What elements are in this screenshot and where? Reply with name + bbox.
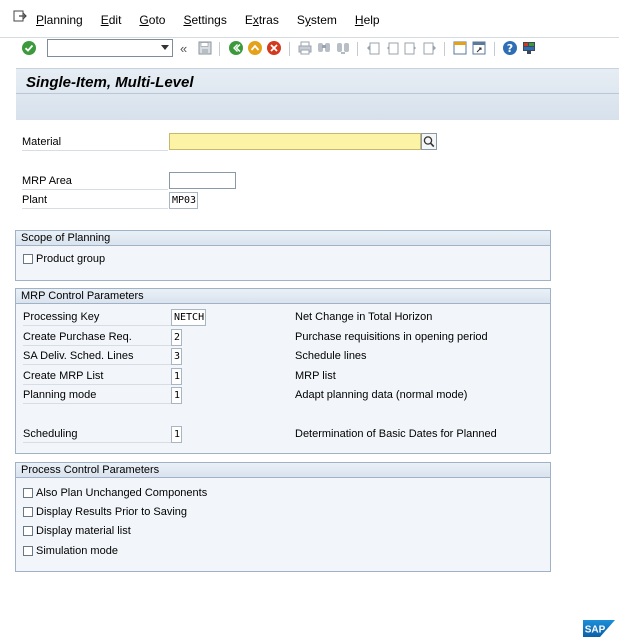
menu-extras-pre: E [244,13,253,27]
enter-check-icon[interactable] [21,40,37,56]
last-page-icon[interactable] [422,40,438,56]
standard-toolbar: « ? [0,38,619,60]
command-dropdown-icon[interactable] [161,45,169,50]
scope-of-planning-header: Scope of Planning [16,231,550,246]
planning-mode-label: Planning mode [23,389,171,404]
menu-planning-key: P [36,13,45,27]
create-mrp-list-label: Create MRP List [23,370,171,385]
find-next-icon[interactable] [335,40,351,56]
menu-edit-rest: dit [108,13,122,27]
sap-logo-text: SAP [585,625,606,636]
create-purchase-req-input[interactable]: 2 [171,329,182,346]
process-control-parameters-group: Process Control Parameters Also Plan Unc… [15,462,551,572]
scheduling-label: Scheduling [23,428,171,443]
processing-key-description: Net Change in Total Horizon [295,311,433,323]
menu-edit-key: E [100,13,109,27]
mrp-area-input[interactable] [169,172,236,189]
status-bar: SAP [0,618,619,640]
menu-bar: Planning Edit Goto Settings Extras Syste… [0,0,619,38]
product-group-checkbox[interactable] [23,254,33,264]
menu-planning[interactable]: Planning [36,13,83,27]
toolbar-separator [219,42,220,56]
sa-deliv-sched-lines-label: SA Deliv. Sched. Lines [23,350,171,365]
find-icon[interactable] [316,40,332,56]
material-search-button[interactable] [421,133,437,150]
exit-icon[interactable] [247,40,263,56]
menu-planning-rest: lanning [44,13,83,27]
first-page-icon[interactable] [365,40,381,56]
toolbar-separator [357,42,358,56]
page-title: Single-Item, Multi-Level [26,74,194,91]
svg-text:?: ? [507,42,513,55]
menu-goto[interactable]: Goto [139,13,165,27]
product-group-label: Product group [36,253,106,265]
create-mrp-list-description: MRP list [295,370,336,382]
title-divider [16,93,619,94]
menu-help[interactable]: Help [355,13,380,27]
save-icon[interactable] [197,40,213,56]
plant-label: Plant [22,194,168,209]
processing-key-label: Processing Key [23,311,171,326]
menu-items: Planning Edit Goto Settings Extras Syste… [36,13,398,27]
mrp-area-label: MRP Area [22,175,168,190]
new-session-icon[interactable] [452,40,468,56]
scope-of-planning-group: Scope of Planning Product group [15,230,551,281]
create-purchase-req-description: Purchase requisitions in opening period [295,331,488,343]
collapse-arrows-icon[interactable]: « [180,41,187,56]
sa-deliv-sched-lines-description: Schedule lines [295,350,367,362]
menu-system[interactable]: System [297,13,337,27]
mrp-control-parameters-header: MRP Control Parameters [16,289,550,304]
also-plan-unchanged-components-checkbox[interactable] [23,488,33,498]
shortcut-icon[interactable] [471,40,487,56]
menu-goto-key: G [139,13,149,27]
also-plan-unchanged-components-label: Also Plan Unchanged Components [36,487,208,499]
toolbar-separator [494,42,495,56]
material-label: Material [22,136,168,151]
menu-help-rest: elp [363,13,380,27]
menu-extras-rest: tras [258,13,279,27]
material-input[interactable] [169,133,421,150]
menu-system-rest: stem [310,13,337,27]
scheduling-input[interactable]: 1 [171,426,182,443]
sap-logo: SAP [583,620,615,637]
create-mrp-list-input[interactable]: 1 [171,368,182,385]
previous-page-icon[interactable] [384,40,400,56]
menu-edit[interactable]: Edit [101,13,122,27]
help-icon[interactable]: ? [502,40,518,56]
toolbar-separator [289,42,290,56]
menu-settings-rest: ettings [191,13,227,27]
create-purchase-req-label: Create Purchase Req. [23,331,171,346]
processing-key-input[interactable]: NETCH [171,309,206,326]
command-field[interactable] [47,39,173,57]
display-results-prior-to-saving-label: Display Results Prior to Saving [36,506,188,518]
menu-extras[interactable]: Extras [245,13,279,27]
process-control-parameters-header: Process Control Parameters [16,463,550,478]
mrp-control-parameters-group: MRP Control Parameters Processing Key NE… [15,288,551,454]
scheduling-description: Determination of Basic Dates for Planned [295,428,497,440]
plant-input[interactable]: MP03 [169,192,198,209]
next-page-icon[interactable] [403,40,419,56]
customize-layout-icon[interactable] [521,40,537,56]
title-area: Single-Item, Multi-Level [16,68,619,120]
search-help-icon [423,136,435,148]
menu-system-pre: S [296,13,305,27]
menu-exit-icon[interactable] [13,10,27,22]
menu-goto-rest: oto [148,13,166,27]
toolbar-separator [444,42,445,56]
print-icon[interactable] [297,40,313,56]
menu-settings[interactable]: Settings [183,13,226,27]
simulation-mode-checkbox[interactable] [23,546,33,556]
planning-mode-input[interactable]: 1 [171,387,182,404]
menu-help-key: H [354,13,364,27]
display-results-prior-to-saving-checkbox[interactable] [23,507,33,517]
back-icon[interactable] [228,40,244,56]
simulation-mode-label: Simulation mode [36,545,118,557]
sa-deliv-sched-lines-input[interactable]: 3 [171,348,182,365]
display-material-list-checkbox[interactable] [23,526,33,536]
planning-mode-description: Adapt planning data (normal mode) [295,389,468,401]
display-material-list-label: Display material list [36,525,131,537]
cancel-icon[interactable] [266,40,282,56]
